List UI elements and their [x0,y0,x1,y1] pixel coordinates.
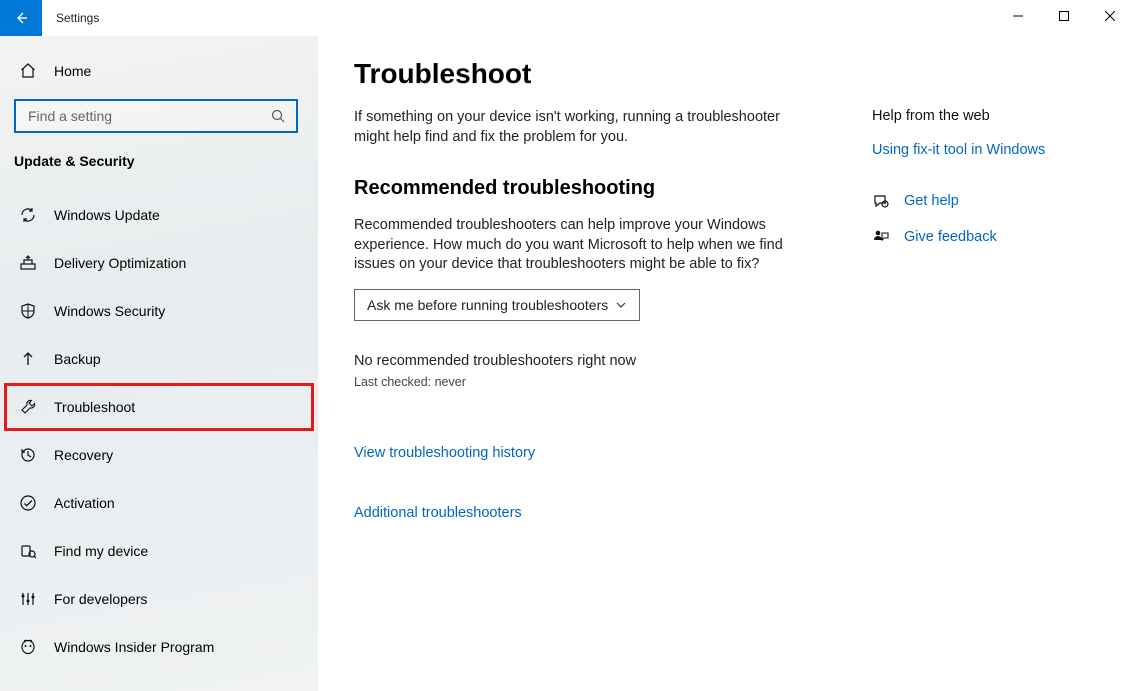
help-from-web-heading: Help from the web [872,108,1045,124]
sidebar-item-label: Troubleshoot [54,399,135,415]
sidebar-item-windows-insider[interactable]: Windows Insider Program [0,623,318,671]
intro-text: If something on your device isn't workin… [354,108,794,147]
sidebar-home-label: Home [54,63,91,79]
checkmark-circle-icon [18,493,38,513]
sidebar-item-recovery[interactable]: Recovery [0,431,318,479]
get-help-icon: ? [872,192,890,210]
sidebar-item-label: Find my device [54,543,148,559]
page-title: Troubleshoot [354,58,1097,90]
sidebar-category: Update & Security [0,147,318,183]
fixit-link[interactable]: Using fix-it tool in Windows [872,142,1045,158]
sidebar-item-activation[interactable]: Activation [0,479,318,527]
sidebar-item-label: Windows Security [54,303,165,319]
sidebar-home[interactable]: Home [0,51,318,91]
minimize-icon [1013,11,1023,21]
sidebar-item-backup[interactable]: Backup [0,335,318,383]
svg-text:?: ? [884,202,887,208]
wrench-icon [18,397,38,417]
maximize-button[interactable] [1041,0,1087,32]
back-button[interactable] [0,0,42,36]
back-arrow-icon [13,10,29,26]
find-device-icon [18,541,38,561]
search-icon [270,108,286,124]
no-recommended-text: No recommended troubleshooters right now [354,353,1097,369]
get-help-link[interactable]: Get help [904,193,959,209]
backup-arrow-icon [18,349,38,369]
developer-icon [18,589,38,609]
window-title: Settings [56,0,99,36]
sidebar-item-for-developers[interactable]: For developers [0,575,318,623]
additional-troubleshooters-link[interactable]: Additional troubleshooters [354,505,1097,521]
last-checked-text: Last checked: never [354,375,1097,389]
sidebar-item-delivery-optimization[interactable]: Delivery Optimization [0,239,318,287]
home-icon [18,61,38,81]
sidebar-item-label: For developers [54,591,147,607]
close-button[interactable] [1087,0,1133,32]
recovery-icon [18,445,38,465]
sidebar-item-troubleshoot[interactable]: Troubleshoot [4,383,314,431]
give-feedback-link[interactable]: Give feedback [904,229,997,245]
sidebar-item-label: Windows Insider Program [54,639,214,655]
sidebar-item-find-my-device[interactable]: Find my device [0,527,318,575]
sidebar-item-label: Activation [54,495,115,511]
chevron-down-icon [615,299,627,311]
search-input-wrap[interactable] [14,99,298,133]
sidebar-item-label: Delivery Optimization [54,255,186,271]
feedback-icon [872,228,890,246]
minimize-button[interactable] [995,0,1041,32]
right-column: Help from the web Using fix-it tool in W… [872,108,1045,264]
sync-icon [18,205,38,225]
sidebar-item-label: Backup [54,351,101,367]
sidebar-item-label: Recovery [54,447,113,463]
insider-icon [18,637,38,657]
sidebar-item-label: Windows Update [54,207,160,223]
sidebar: Home Update & Security Windows Update De… [0,36,318,691]
dropdown-value: Ask me before running troubleshooters [367,297,608,313]
search-input[interactable] [26,107,270,125]
close-icon [1105,11,1115,21]
titlebar: Settings [0,0,1133,36]
sidebar-item-windows-update[interactable]: Windows Update [0,191,318,239]
recommended-text: Recommended troubleshooters can help imp… [354,216,794,275]
shield-icon [18,301,38,321]
maximize-icon [1059,11,1069,21]
history-link[interactable]: View troubleshooting history [354,445,1097,461]
troubleshoot-frequency-dropdown[interactable]: Ask me before running troubleshooters [354,289,640,321]
sidebar-item-windows-security[interactable]: Windows Security [0,287,318,335]
delivery-icon [18,253,38,273]
